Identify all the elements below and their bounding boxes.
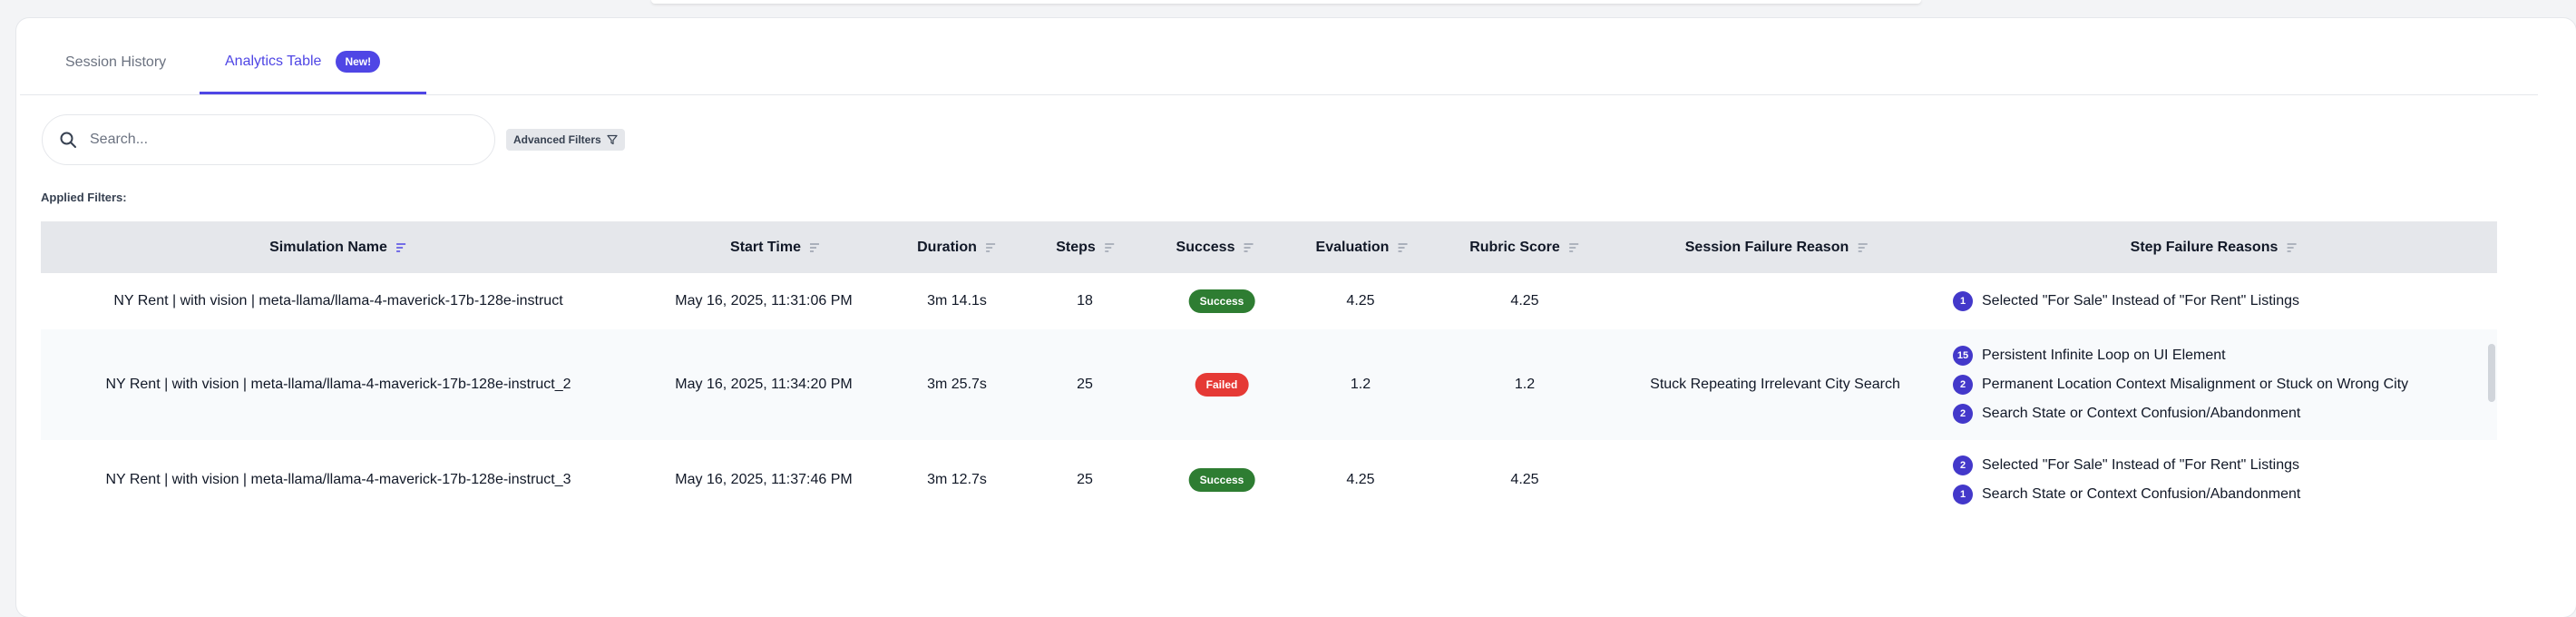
sort-icon xyxy=(1398,242,1408,252)
sort-icon xyxy=(985,242,995,252)
cell-success: Failed xyxy=(1195,373,1249,397)
cell-session-failure-reason: Stuck Repeating Irrelevant City Search xyxy=(1650,377,1900,392)
column-label: Success xyxy=(1176,239,1235,255)
cell-evaluation: 1.2 xyxy=(1350,377,1371,392)
column-header-start-time[interactable]: Start Time xyxy=(730,221,821,273)
column-label: Simulation Name xyxy=(269,239,387,255)
cell-steps: 25 xyxy=(1077,377,1093,392)
cell-start-time: May 16, 2025, 11:34:20 PM xyxy=(675,377,853,392)
sort-icon xyxy=(395,242,405,252)
count-badge: 2 xyxy=(1953,404,1973,424)
table-row[interactable]: NY Rent | with vision | meta-llama/llama… xyxy=(41,329,2497,440)
cell-evaluation: 4.25 xyxy=(1346,293,1375,308)
count-badge: 15 xyxy=(1953,346,1973,366)
column-header-duration[interactable]: Duration xyxy=(917,221,997,273)
step-failure-item: 2 Permanent Location Context Misalignment… xyxy=(1953,370,2408,399)
cell-rubric-score: 4.25 xyxy=(1510,293,1539,308)
analytics-table: Simulation Name Start Time Duration Step… xyxy=(41,221,2497,520)
cell-evaluation: 4.25 xyxy=(1346,472,1375,487)
table-row[interactable]: NY Rent | with vision | meta-llama/llama… xyxy=(41,273,2497,329)
count-badge: 2 xyxy=(1953,375,1973,395)
column-header-steps[interactable]: Steps xyxy=(1056,221,1116,273)
column-label: Session Failure Reason xyxy=(1684,239,1849,255)
column-label: Steps xyxy=(1056,239,1096,255)
step-failure-text: Selected "For Sale" Instead of "For Rent… xyxy=(1982,457,2299,473)
column-header-simulation-name[interactable]: Simulation Name xyxy=(269,221,407,273)
status-badge: Success xyxy=(1188,468,1255,492)
sort-icon xyxy=(1104,242,1114,252)
status-badge: Failed xyxy=(1195,373,1249,397)
count-badge: 1 xyxy=(1953,485,1973,504)
search-box[interactable] xyxy=(42,114,495,165)
step-failure-item: 2 Search State or Context Confusion/Aband… xyxy=(1953,399,2408,428)
cell-simulation-name: NY Rent | with vision | meta-llama/llama… xyxy=(105,377,571,392)
step-failure-text: Permanent Location Context Misalignment … xyxy=(1982,377,2409,392)
column-header-evaluation[interactable]: Evaluation xyxy=(1316,221,1410,273)
step-failure-item: 15 Persistent Infinite Loop on UI Element xyxy=(1953,341,2408,370)
tab-bar: Session History Analytics Table New! xyxy=(20,31,2538,95)
step-failure-item: 1 Selected "For Sale" Instead of "For Ren… xyxy=(1953,287,2299,316)
column-label: Duration xyxy=(917,239,977,255)
column-header-session-failure-reason[interactable]: Session Failure Reason xyxy=(1685,221,1869,273)
sort-icon xyxy=(809,242,819,252)
count-badge: 1 xyxy=(1953,291,1973,311)
cell-rubric-score: 4.25 xyxy=(1510,472,1539,487)
column-label: Start Time xyxy=(730,239,801,255)
sort-icon xyxy=(2287,242,2297,252)
cell-step-failure-reasons: 2 Selected "For Sale" Instead of "For Ren… xyxy=(1953,451,2300,509)
tab-analytics-table[interactable]: Analytics Table New! xyxy=(200,31,426,94)
step-failure-item: 1 Search State or Context Confusion/Aband… xyxy=(1953,480,2300,509)
cell-duration: 3m 14.1s xyxy=(927,293,987,308)
cell-steps: 25 xyxy=(1077,472,1093,487)
column-label: Rubric Score xyxy=(1469,239,1560,255)
tab-label: Analytics Table xyxy=(225,53,322,69)
step-failure-text: Search State or Context Confusion/Abando… xyxy=(1982,406,2301,421)
search-icon xyxy=(60,132,76,148)
table-header: Simulation Name Start Time Duration Step… xyxy=(41,221,2497,273)
sort-icon xyxy=(1244,242,1254,252)
scrollbar-thumb[interactable] xyxy=(2488,344,2495,402)
cell-simulation-name: NY Rent | with vision | meta-llama/llama… xyxy=(113,293,563,308)
step-failure-text: Persistent Infinite Loop on UI Element xyxy=(1982,348,2226,363)
funnel-icon xyxy=(607,134,618,145)
cell-duration: 3m 25.7s xyxy=(927,377,987,392)
cell-step-failure-reasons: 15 Persistent Infinite Loop on UI Element… xyxy=(1953,341,2408,428)
cell-start-time: May 16, 2025, 11:31:06 PM xyxy=(675,293,853,308)
column-header-step-failure-reasons[interactable]: Step Failure Reasons xyxy=(2131,221,2298,273)
cell-success: Success xyxy=(1188,289,1255,313)
cell-rubric-score: 1.2 xyxy=(1514,377,1536,392)
cell-steps: 18 xyxy=(1077,293,1093,308)
sort-icon xyxy=(1858,242,1868,252)
search-input[interactable] xyxy=(88,131,473,149)
sort-icon xyxy=(1568,242,1578,252)
step-failure-text: Search State or Context Confusion/Abando… xyxy=(1982,486,2301,502)
column-label: Evaluation xyxy=(1315,239,1390,255)
tab-session-history[interactable]: Session History xyxy=(65,31,166,94)
column-header-success[interactable]: Success xyxy=(1176,221,1255,273)
cell-start-time: May 16, 2025, 11:37:46 PM xyxy=(675,472,853,487)
tab-label: Session History xyxy=(65,54,167,70)
column-header-rubric-score[interactable]: Rubric Score xyxy=(1469,221,1580,273)
cell-success: Success xyxy=(1188,468,1255,492)
count-badge: 2 xyxy=(1953,455,1973,475)
cell-step-failure-reasons: 1 Selected "For Sale" Instead of "For Ren… xyxy=(1953,287,2299,316)
advanced-filters-label: Advanced Filters xyxy=(513,133,601,146)
advanced-filters-button[interactable]: Advanced Filters xyxy=(506,129,625,151)
cell-duration: 3m 12.7s xyxy=(927,472,987,487)
column-label: Step Failure Reasons xyxy=(2130,239,2278,255)
status-badge: Success xyxy=(1188,289,1255,313)
step-failure-text: Selected "For Sale" Instead of "For Rent… xyxy=(1982,293,2299,308)
top-panel-edge xyxy=(651,0,1921,4)
table-row[interactable]: NY Rent | with vision | meta-llama/llama… xyxy=(41,440,2497,520)
new-badge: New! xyxy=(336,50,381,73)
step-failure-item: 2 Selected "For Sale" Instead of "For Ren… xyxy=(1953,451,2300,480)
cell-simulation-name: NY Rent | with vision | meta-llama/llama… xyxy=(105,472,571,487)
applied-filters-label: Applied Filters: xyxy=(41,191,127,204)
